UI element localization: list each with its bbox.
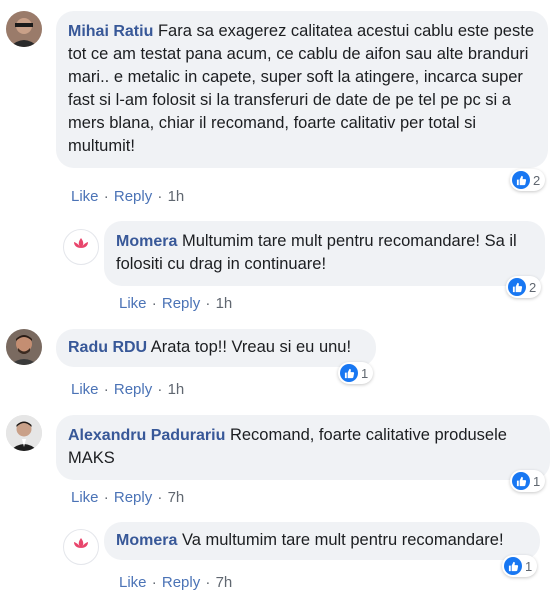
separator: · <box>205 574 211 591</box>
author-name[interactable]: Mihai Ratiu <box>68 23 153 40</box>
reply-button[interactable]: Reply <box>114 188 152 205</box>
momera-logo-icon <box>74 538 88 548</box>
separator: · <box>205 295 211 312</box>
separator: · <box>157 489 163 506</box>
comment-actions: Like · Reply · 1h <box>71 381 184 398</box>
like-count: 1 <box>361 365 369 381</box>
reaction-count[interactable]: 1 <box>510 470 546 492</box>
separator: · <box>151 295 157 312</box>
comment-actions: Like · Reply · 1h <box>119 295 232 312</box>
thumbs-up-icon <box>504 557 522 575</box>
comment-actions: Like · Reply · 7h <box>119 574 232 591</box>
timestamp[interactable]: 1h <box>168 381 185 398</box>
comment-text: Va multumim tare mult pentru recomandare… <box>181 531 504 549</box>
separator: · <box>151 574 157 591</box>
like-button[interactable]: Like <box>119 574 147 591</box>
reaction-count[interactable]: 2 <box>510 169 546 191</box>
thumbs-up-icon <box>508 278 526 296</box>
comment-text: Arata top!! Vreau si eu unu! <box>150 338 352 356</box>
reply-button[interactable]: Reply <box>162 295 200 312</box>
timestamp[interactable]: 1h <box>168 188 185 205</box>
momera-logo-icon <box>74 238 88 248</box>
comment-bubble: Momera Multumim tare mult pentru recoman… <box>104 221 545 286</box>
thumbs-up-icon <box>340 364 358 382</box>
like-button[interactable]: Like <box>119 295 147 312</box>
separator: · <box>103 188 109 205</box>
timestamp[interactable]: 1h <box>216 295 233 312</box>
thumbs-up-icon <box>512 472 530 490</box>
like-button[interactable]: Like <box>71 489 99 506</box>
avatar[interactable] <box>6 415 42 451</box>
author-name[interactable]: Momera <box>116 233 177 250</box>
reaction-count[interactable]: 1 <box>502 555 538 577</box>
separator: · <box>157 381 163 398</box>
like-button[interactable]: Like <box>71 188 99 205</box>
like-count: 1 <box>525 558 533 574</box>
comment-bubble: Mihai Ratiu Fara sa exagerez calitatea a… <box>56 11 548 168</box>
comment-bubble: Momera Va multumim tare mult pentru reco… <box>104 522 540 560</box>
user-avatar-icon <box>6 11 42 47</box>
separator: · <box>157 188 163 205</box>
avatar[interactable] <box>6 11 42 47</box>
user-avatar-icon <box>6 415 42 451</box>
like-count: 1 <box>533 473 541 489</box>
brand-avatar[interactable] <box>63 529 99 565</box>
comment-text: Fara sa exagerez calitatea acestui cablu… <box>68 22 534 155</box>
reaction-count[interactable]: 1 <box>338 362 374 384</box>
author-name[interactable]: Radu RDU <box>68 339 147 356</box>
reaction-count[interactable]: 2 <box>506 276 542 298</box>
comment-actions: Like · Reply · 7h <box>71 489 184 506</box>
author-name[interactable]: Momera <box>116 532 177 549</box>
separator: · <box>103 489 109 506</box>
avatar[interactable] <box>6 329 42 365</box>
like-count: 2 <box>533 172 541 188</box>
thumbs-up-icon <box>512 171 530 189</box>
like-count: 2 <box>529 279 537 295</box>
comment-actions: Like · Reply · 1h <box>71 188 184 205</box>
timestamp[interactable]: 7h <box>216 574 233 591</box>
timestamp[interactable]: 7h <box>168 489 185 506</box>
like-button[interactable]: Like <box>71 381 99 398</box>
comment-text: Multumim tare mult pentru recomandare! S… <box>116 232 517 273</box>
author-name[interactable]: Alexandru Padurariu <box>68 427 225 444</box>
user-avatar-icon <box>6 329 42 365</box>
reply-button[interactable]: Reply <box>114 489 152 506</box>
comment-bubble: Alexandru Padurariu Recomand, foarte cal… <box>56 415 550 480</box>
brand-avatar[interactable] <box>63 229 99 265</box>
comment-bubble: Radu RDU Arata top!! Vreau si eu unu! <box>56 329 376 367</box>
reply-button[interactable]: Reply <box>162 574 200 591</box>
separator: · <box>103 381 109 398</box>
reply-button[interactable]: Reply <box>114 381 152 398</box>
